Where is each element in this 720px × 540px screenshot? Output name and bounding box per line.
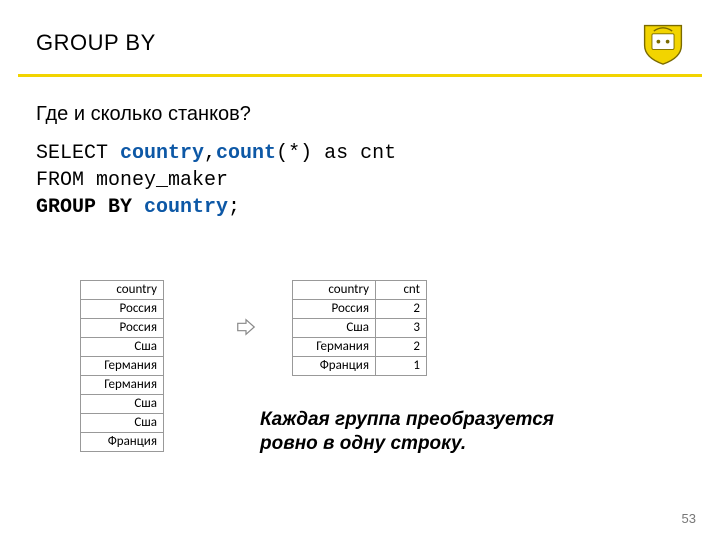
table-row: Сша (81, 338, 164, 357)
sql-select-kw: SELECT (36, 142, 120, 165)
cell: Сша (293, 319, 376, 338)
cell: Россия (81, 319, 164, 338)
cell: 3 (376, 319, 427, 338)
header-rule (18, 74, 702, 77)
table-row: Сша (81, 395, 164, 414)
cell: 2 (376, 300, 427, 319)
table-row: Россия (81, 300, 164, 319)
result-header-country: country (293, 281, 376, 300)
table-row: Германия 2 (293, 338, 427, 357)
sql-col-country: country (120, 142, 204, 165)
cell: Германия (81, 357, 164, 376)
sql-comma: , (204, 142, 216, 165)
cell: Франция (293, 357, 376, 376)
cell: 1 (376, 357, 427, 376)
table-row: Россия (81, 319, 164, 338)
table-row: Германия (81, 357, 164, 376)
explanation-caption: Каждая группа преобразуется ровно в одну… (260, 408, 590, 456)
sql-code-block: SELECT country,count(*) as cnt FROM mone… (36, 140, 720, 221)
table-row: Германия (81, 376, 164, 395)
sql-groupby-kw: GROUP BY (36, 196, 144, 219)
sql-func-count: count (216, 142, 276, 165)
sql-count-tail: (*) as cnt (276, 142, 396, 165)
page-number: 53 (682, 511, 696, 526)
arrow-right-icon (235, 316, 257, 343)
question-text: Где и сколько станков? (36, 103, 720, 126)
cell: 2 (376, 338, 427, 357)
cell: Россия (81, 300, 164, 319)
cell: Сша (81, 395, 164, 414)
result-header-cnt: cnt (376, 281, 427, 300)
result-table: country cnt Россия 2 Сша 3 Германия 2 Фр… (292, 280, 427, 376)
table-row: Россия 2 (293, 300, 427, 319)
slide-title: GROUP BY (36, 30, 156, 56)
table-row: Сша (81, 414, 164, 433)
cell: Германия (81, 376, 164, 395)
cell: Франция (81, 433, 164, 452)
sql-groupby-col: country (144, 196, 228, 219)
sql-semicolon: ; (228, 196, 240, 219)
table-row: Франция 1 (293, 357, 427, 376)
table-row: Франция (81, 433, 164, 452)
cell: Сша (81, 414, 164, 433)
cell: Германия (293, 338, 376, 357)
cell: Сша (81, 338, 164, 357)
brand-logo-icon (640, 20, 686, 66)
table-row: Сша 3 (293, 319, 427, 338)
input-table: country Россия Россия Сша Германия Герма… (80, 280, 164, 452)
cell: Россия (293, 300, 376, 319)
input-table-header: country (81, 281, 164, 300)
sql-from-line: FROM money_maker (36, 169, 228, 192)
